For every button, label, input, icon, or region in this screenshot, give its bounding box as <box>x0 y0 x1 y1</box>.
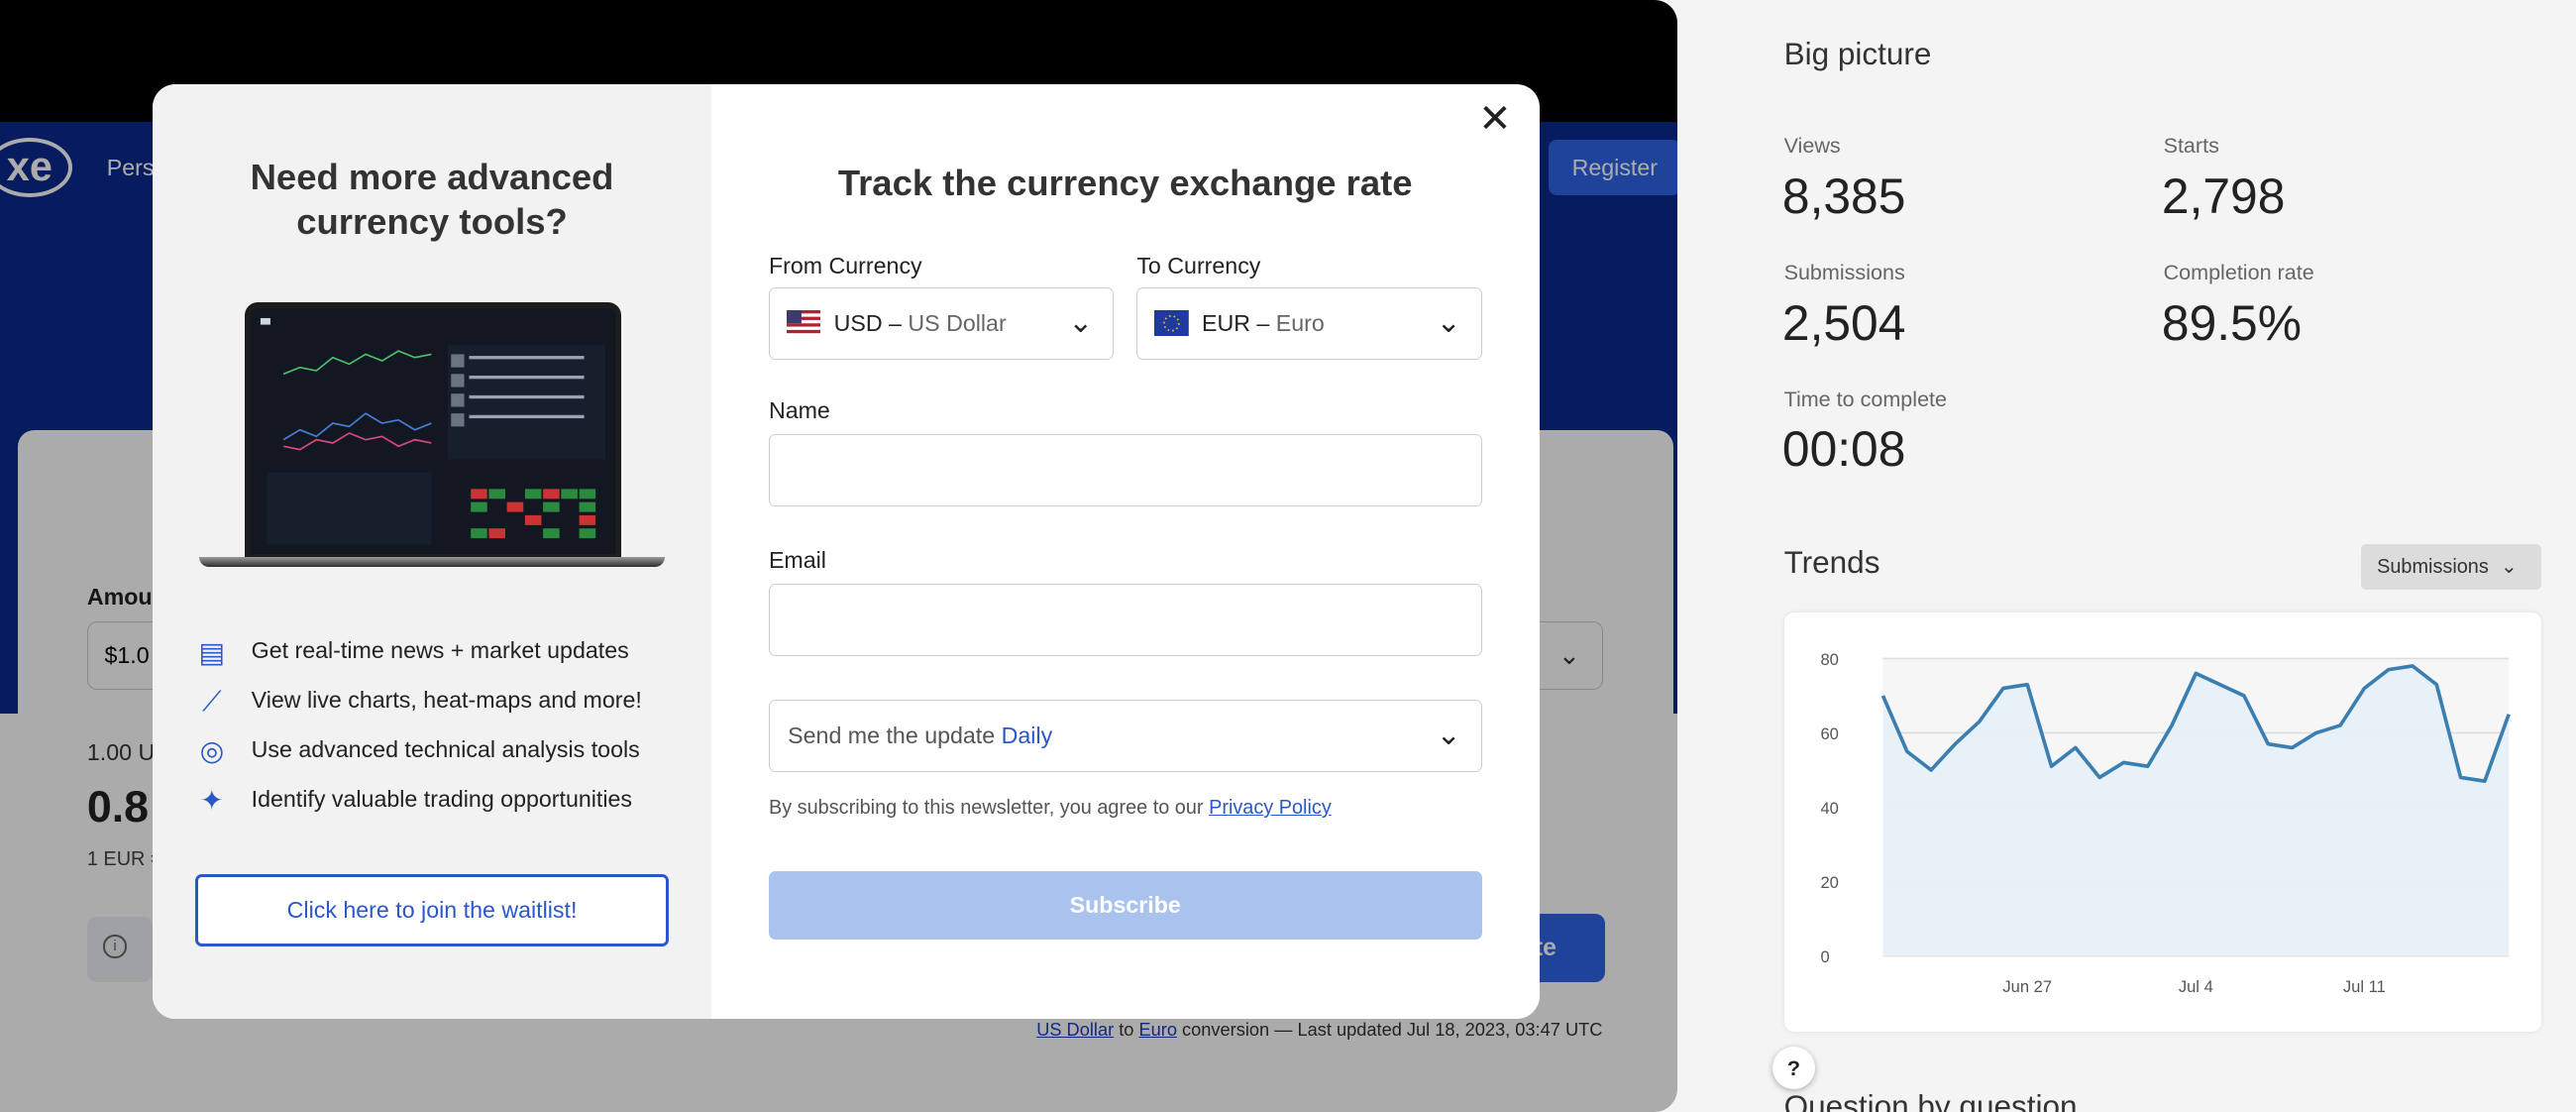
stat-label-starts: Starts <box>2163 133 2219 159</box>
stat-value-time: 00:08 <box>1781 421 1906 478</box>
email-input[interactable] <box>768 583 1482 656</box>
from-currency-name: US Dollar <box>908 309 1007 336</box>
terms-text: By subscribing to this newsletter, you a… <box>768 797 1332 820</box>
trends-metric-dropdown[interactable]: Submissions ⌄ <box>2360 543 2541 591</box>
stat-value-starts: 2,798 <box>2161 168 2286 225</box>
trends-title: Trends <box>1783 543 1880 580</box>
question-by-question-heading: Question by question <box>1783 1087 2078 1112</box>
stat-label-views: Views <box>1783 133 1841 159</box>
stat-label-submissions: Submissions <box>1783 259 1905 284</box>
feature-analysis: ◎ Use advanced technical analysis tools <box>195 732 704 768</box>
name-input[interactable] <box>768 433 1482 506</box>
chevron-down-icon: ⌄ <box>1068 305 1094 339</box>
update-frequency-select[interactable]: Send me the update Daily ⌄ <box>768 700 1482 773</box>
us-flag-icon <box>786 309 821 337</box>
chevron-down-icon: ⌄ <box>2500 555 2518 578</box>
from-currency-label: From Currency <box>768 253 922 279</box>
privacy-policy-link[interactable]: Privacy Policy <box>1209 797 1332 819</box>
newspaper-icon: ▤ <box>198 635 226 668</box>
modal-title: Track the currency exchange rate <box>837 163 1413 204</box>
feature-opportunities: ✦ Identify valuable trading opportunitie… <box>195 782 704 818</box>
x-tick-label: Jun 27 <box>2002 977 2052 996</box>
y-tick-label: 20 <box>1820 874 1838 893</box>
from-currency-select[interactable]: USD – US Dollar ⌄ <box>768 287 1115 361</box>
y-tick-label: 0 <box>1820 948 1829 967</box>
eu-flag-icon <box>1153 309 1189 337</box>
from-currency-code: USD <box>833 309 883 336</box>
chevron-down-icon: ⌄ <box>1436 305 1461 339</box>
x-tick-label: Jul 11 <box>2342 977 2385 996</box>
close-icon[interactable]: ✕ <box>1478 100 1511 140</box>
trends-chart: 0 20 40 60 80 Jun 27 Jul 4 Jul 11 <box>1820 650 2511 996</box>
subscribe-button[interactable]: Subscribe <box>768 870 1482 941</box>
help-button[interactable]: ? <box>1771 1047 1816 1090</box>
stat-value-submissions: 2,504 <box>1781 294 1906 351</box>
feature-news: ▤ Get real-time news + market updates <box>195 634 704 670</box>
trends-chart-card: 0 20 40 60 80 Jun 27 Jul 4 Jul 11 <box>1783 612 2541 1033</box>
to-currency-select[interactable]: EUR – Euro ⌄ <box>1136 287 1482 361</box>
stat-label-time: Time to complete <box>1783 386 1948 411</box>
promo-title: Need more advanced currency tools? <box>250 157 614 243</box>
y-tick-label: 40 <box>1820 800 1838 819</box>
line-chart-icon: ⟋ <box>201 685 222 718</box>
x-tick-label: Jul 4 <box>2178 977 2212 996</box>
y-tick-label: 80 <box>1820 650 1838 669</box>
join-waitlist-button[interactable]: Click here to join the waitlist! <box>195 874 669 946</box>
analytics-panel: Big picture Views 8,385 Starts 2,798 Sub… <box>1749 0 2576 1112</box>
stat-value-completion: 89.5% <box>2161 294 2302 351</box>
newsletter-modal: Need more advanced currency tools? ▤ Get… <box>153 83 1540 1019</box>
to-currency-code: EUR <box>1201 309 1250 336</box>
sparkle-icon: ✦ <box>200 783 224 816</box>
frequency-value: Daily <box>1001 722 1053 748</box>
name-label: Name <box>768 397 830 424</box>
laptop-illustration <box>198 302 666 572</box>
email-label: Email <box>768 547 826 574</box>
to-currency-name: Euro <box>1275 309 1325 336</box>
modal-promo-panel: Need more advanced currency tools? ▤ Get… <box>153 83 711 1019</box>
chevron-down-icon: ⌄ <box>1436 718 1461 751</box>
feature-charts: ⟋ View live charts, heat-maps and more! <box>195 684 704 720</box>
stat-label-completion: Completion rate <box>2163 259 2314 284</box>
panel-title: Big picture <box>1783 36 1932 72</box>
to-currency-label: To Currency <box>1136 253 1261 279</box>
stat-value-views: 8,385 <box>1781 168 1906 225</box>
y-tick-label: 60 <box>1820 724 1838 743</box>
target-icon: ◎ <box>199 734 225 767</box>
